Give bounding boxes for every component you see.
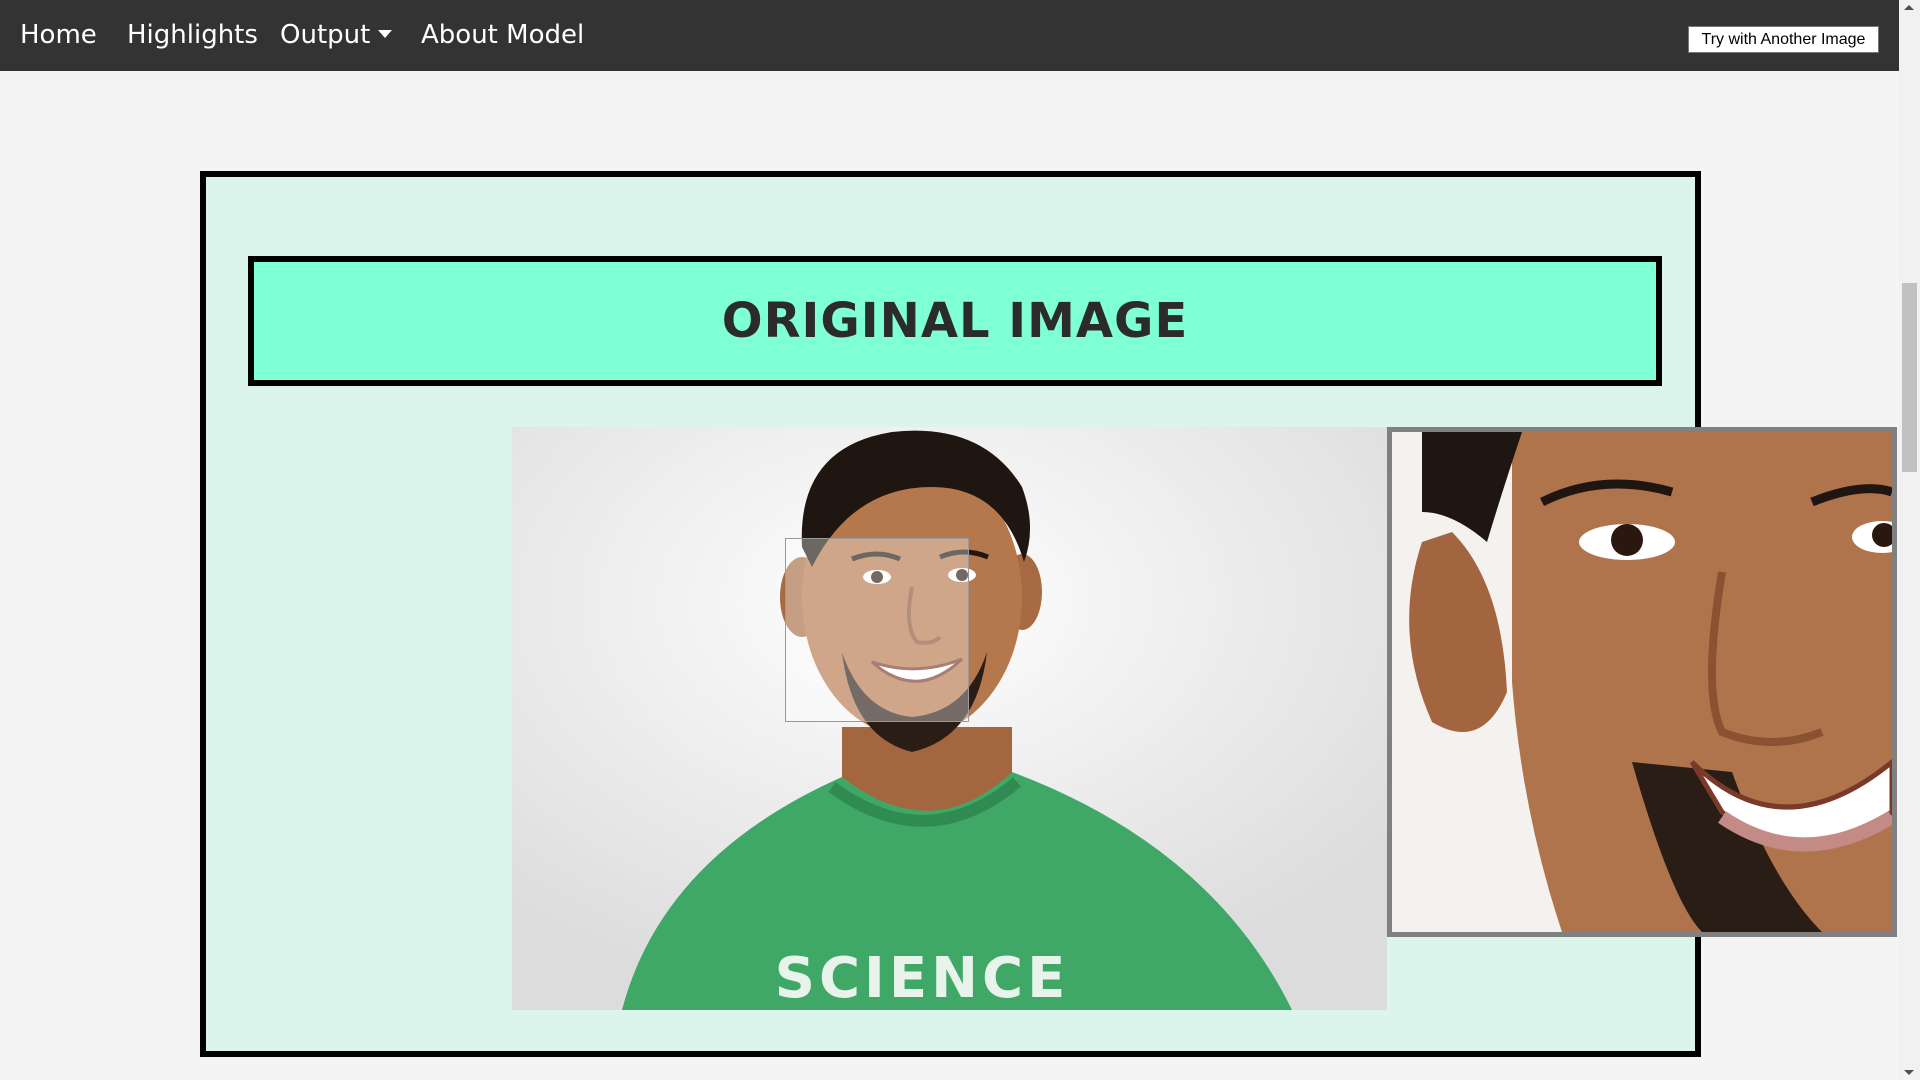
scrollbar-thumb[interactable] <box>1902 283 1917 472</box>
zoomed-preview <box>1387 427 1897 937</box>
try-another-image-button[interactable]: Try with Another Image <box>1688 26 1879 53</box>
nav-about-model-link[interactable]: About Model <box>421 0 584 71</box>
scroll-up-arrow-icon[interactable] <box>1904 5 1914 10</box>
zoomed-face-illustration <box>1392 432 1892 932</box>
page-scrollbar[interactable] <box>1899 0 1920 1080</box>
magnifier-lens[interactable] <box>785 538 969 722</box>
top-navbar: Home Highlights Output About Model Try w… <box>0 0 1899 71</box>
nav-home-link[interactable]: Home <box>20 0 97 71</box>
caret-down-icon <box>378 29 393 38</box>
nav-highlights-link[interactable]: Highlights <box>127 0 258 71</box>
nav-output-dropdown[interactable]: Output <box>280 0 393 71</box>
nav-output-label: Output <box>280 20 371 50</box>
section-title: ORIGINAL IMAGE <box>248 256 1662 386</box>
scroll-down-arrow-icon[interactable] <box>1904 1070 1914 1075</box>
shirt-print-text: SCIENCE <box>775 946 1070 1010</box>
